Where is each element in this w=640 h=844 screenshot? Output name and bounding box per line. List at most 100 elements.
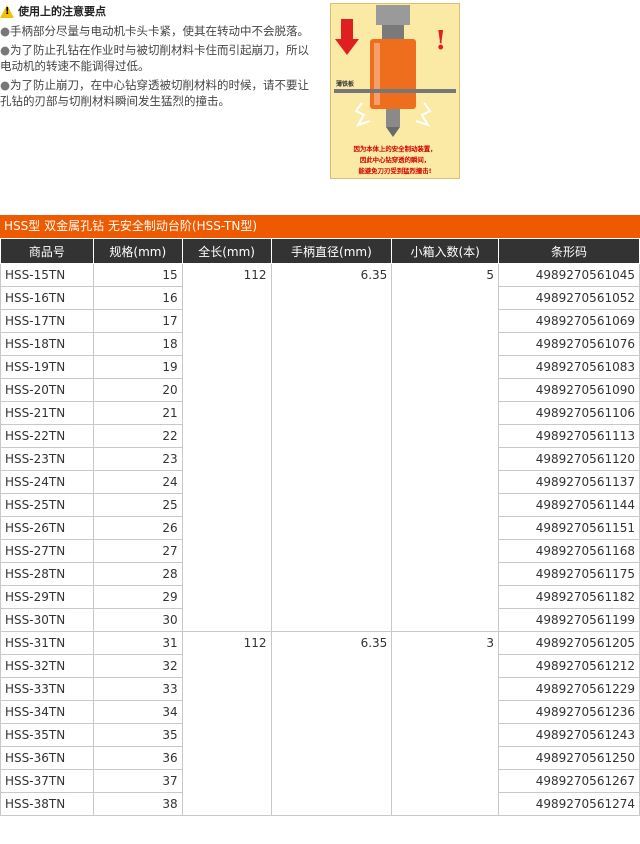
cell-barcode: 4989270561120 xyxy=(498,447,640,471)
cell-model: HSS-26TN xyxy=(0,516,94,540)
cell-model: HSS-28TN xyxy=(0,562,94,586)
cell-barcode: 4989270561205 xyxy=(498,631,640,655)
warning-icon xyxy=(0,5,14,19)
cell-model: HSS-29TN xyxy=(0,585,94,609)
cell-model: HSS-30TN xyxy=(0,608,94,632)
exclamation-icon: ! xyxy=(435,26,446,56)
cell-model: HSS-27TN xyxy=(0,539,94,563)
cell-barcode: 4989270561175 xyxy=(498,562,640,586)
notes-heading-row: 使用上的注意要点 xyxy=(0,4,310,20)
cell-length: 112 xyxy=(181,263,272,632)
svg-text:能避免刀刃受到猛烈撞击!: 能避免刀刃受到猛烈撞击! xyxy=(358,166,431,175)
cell-model: HSS-24TN xyxy=(0,470,94,494)
cell-size: 28 xyxy=(92,562,183,586)
cell-size: 33 xyxy=(92,677,183,701)
cell-barcode: 4989270561137 xyxy=(498,470,640,494)
usage-notes: 使用上的注意要点 ●手柄部分尽量与电动机卡头卡紧，使其在转动中不会脱落。 ●为了… xyxy=(0,4,310,113)
table-body: HSS-15TN 15 112 6.35 5 4989270561045 HSS-16TN 1… xyxy=(0,263,640,816)
cell-box-qty: 5 xyxy=(391,263,500,632)
cell-size: 17 xyxy=(92,309,183,333)
center-drill-icon xyxy=(386,109,400,127)
cell-barcode: 4989270561168 xyxy=(498,539,640,563)
cell-barcode: 4989270561274 xyxy=(498,792,640,816)
cell-size: 35 xyxy=(92,723,183,747)
cell-model: HSS-17TN xyxy=(0,309,94,333)
cell-model: HSS-33TN xyxy=(0,677,94,701)
cell-shank: 6.35 xyxy=(270,631,393,816)
thin-sheet-icon xyxy=(334,89,456,93)
cell-model: HSS-36TN xyxy=(0,746,94,770)
cell-barcode: 4989270561212 xyxy=(498,654,640,678)
svg-text:因为本体上的安全制动装置，: 因为本体上的安全制动装置， xyxy=(353,144,436,153)
col-header-box-qty: 小箱入数(本) xyxy=(391,238,500,264)
cell-barcode: 4989270561151 xyxy=(498,516,640,540)
cell-barcode: 4989270561090 xyxy=(498,378,640,402)
cell-shank: 6.35 xyxy=(270,263,393,632)
cell-size: 19 xyxy=(92,355,183,379)
cell-size: 23 xyxy=(92,447,183,471)
cell-model: HSS-22TN xyxy=(0,424,94,448)
cell-barcode: 4989270561182 xyxy=(498,585,640,609)
cell-size: 31 xyxy=(92,631,183,655)
cell-barcode: 4989270561045 xyxy=(498,263,640,287)
cell-size: 25 xyxy=(92,493,183,517)
notes-heading: 使用上的注意要点 xyxy=(18,5,106,18)
cell-model: HSS-21TN xyxy=(0,401,94,425)
cell-barcode: 4989270561144 xyxy=(498,493,640,517)
cell-size: 29 xyxy=(92,585,183,609)
cell-size: 30 xyxy=(92,608,183,632)
cell-model: HSS-31TN xyxy=(0,631,94,655)
cell-size: 21 xyxy=(92,401,183,425)
col-header-barcode: 条形码 xyxy=(498,238,640,264)
col-header-length: 全长(mm) xyxy=(181,238,272,264)
cell-size: 32 xyxy=(92,654,183,678)
cell-box-qty: 3 xyxy=(391,631,500,816)
cell-model: HSS-16TN xyxy=(0,286,94,310)
table-header-row: 商品号 规格(mm) 全长(mm) 手柄直径(mm) 小箱入数(本) 条形码 xyxy=(0,238,640,264)
cell-model: HSS-32TN xyxy=(0,654,94,678)
cell-size: 16 xyxy=(92,286,183,310)
table-row: HSS-15TN 15 112 6.35 5 4989270561045 xyxy=(0,263,640,632)
cell-barcode: 4989270561052 xyxy=(498,286,640,310)
cell-size: 15 xyxy=(92,263,183,287)
cell-barcode: 4989270561267 xyxy=(498,769,640,793)
cell-size: 37 xyxy=(92,769,183,793)
table-title: HSS型 双金属孔钻 无安全制动台阶(HSS-TN型) xyxy=(0,215,640,238)
cell-model: HSS-19TN xyxy=(0,355,94,379)
cell-model: HSS-23TN xyxy=(0,447,94,471)
cell-size: 27 xyxy=(92,539,183,563)
cell-length: 112 xyxy=(181,631,272,816)
cell-model: HSS-35TN xyxy=(0,723,94,747)
note-item: ●手柄部分尽量与电动机卡头卡紧，使其在转动中不会脱落。 xyxy=(0,23,310,38)
drill-chuck-icon xyxy=(376,5,410,25)
cell-barcode: 4989270561243 xyxy=(498,723,640,747)
cell-model: HSS-15TN xyxy=(0,263,94,287)
note-item: ●为了防止孔钻在作业时与被切削材料卡住而引起崩刀，所以电动机的转速不能调得过低。 xyxy=(0,43,310,73)
cell-size: 22 xyxy=(92,424,183,448)
hole-saw-illustration: ! 薄铁板 因为本体上的安全制动装置， 因此中心钻穿透的瞬间， 能避免刀刃受到猛… xyxy=(330,3,460,179)
note-item: ●为了防止崩刀，在中心钻穿透被切削材料的时候，请不要让孔钻的刃部与切削材料瞬间发… xyxy=(0,78,310,108)
col-header-model: 商品号 xyxy=(0,238,94,264)
svg-text:薄铁板: 薄铁板 xyxy=(336,80,355,88)
cell-barcode: 4989270561229 xyxy=(498,677,640,701)
cell-model: HSS-37TN xyxy=(0,769,94,793)
cell-barcode: 4989270561236 xyxy=(498,700,640,724)
cell-model: HSS-18TN xyxy=(0,332,94,356)
cell-barcode: 4989270561113 xyxy=(498,424,640,448)
cell-barcode: 4989270561076 xyxy=(498,332,640,356)
product-table: 商品号 规格(mm) 全长(mm) 手柄直径(mm) 小箱入数(本) 条形码 H… xyxy=(0,238,640,816)
table-row: HSS-31TN 31 112 6.35 3 4989270561205 xyxy=(0,631,640,816)
cell-size: 38 xyxy=(92,792,183,816)
cell-size: 36 xyxy=(92,746,183,770)
col-header-size: 规格(mm) xyxy=(92,238,183,264)
cell-model: HSS-34TN xyxy=(0,700,94,724)
cell-barcode: 4989270561250 xyxy=(498,746,640,770)
cell-size: 20 xyxy=(92,378,183,402)
cell-model: HSS-38TN xyxy=(0,792,94,816)
cell-model: HSS-25TN xyxy=(0,493,94,517)
cell-barcode: 4989270561106 xyxy=(498,401,640,425)
cell-size: 18 xyxy=(92,332,183,356)
svg-text:因此中心钻穿透的瞬间，: 因此中心钻穿透的瞬间， xyxy=(360,155,430,164)
cell-size: 26 xyxy=(92,516,183,540)
cell-barcode: 4989270561083 xyxy=(498,355,640,379)
